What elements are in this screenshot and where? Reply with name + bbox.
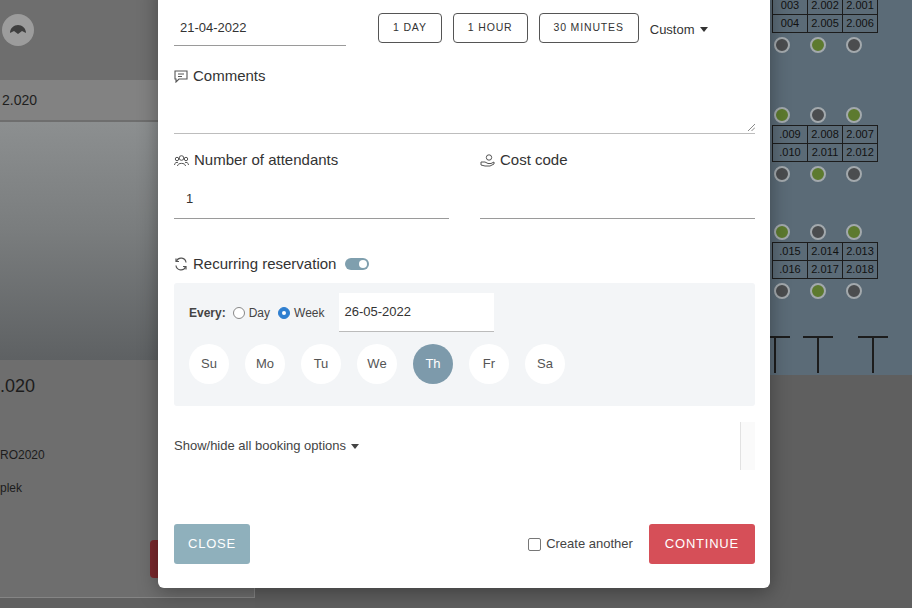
table-icon — [858, 336, 888, 373]
every-label: Every: — [189, 304, 226, 322]
comments-label: Comments — [174, 67, 755, 85]
weekday-button[interactable]: Su — [189, 344, 229, 384]
cost-code-label: Cost code — [480, 151, 755, 169]
seat-dot[interactable] — [810, 166, 826, 182]
floor-plan: 0032.0022.001 0042.0052.006 .0092.0082.007… — [770, 0, 912, 375]
seat-dot[interactable] — [846, 37, 862, 53]
caret-down-icon — [700, 27, 708, 32]
desk-label[interactable]: 2.001 — [842, 0, 878, 15]
seat-row — [772, 283, 912, 299]
seat-row — [772, 37, 912, 53]
desk-label[interactable]: 003 — [772, 0, 808, 15]
refresh-icon — [174, 257, 188, 271]
seat-dot[interactable] — [774, 37, 790, 53]
scroll-strip — [740, 422, 755, 470]
continue-button[interactable]: CONTINUE — [649, 524, 755, 564]
desk-label[interactable]: .016 — [772, 260, 808, 279]
close-button[interactable]: CLOSE — [174, 524, 250, 564]
tables — [772, 336, 912, 373]
weekday-button[interactable]: Th — [413, 344, 453, 384]
desk-label[interactable]: 004 — [772, 14, 808, 33]
logo-icon — [2, 14, 34, 46]
cost-code-input[interactable] — [480, 180, 755, 219]
comment-icon — [174, 70, 188, 83]
resize-grip-icon[interactable] — [747, 123, 755, 131]
desk-cluster: 0032.0022.001 0042.0052.006 — [772, 0, 912, 53]
recurrence-panel: Every: Day Week 26-05-2022 Su Mo Tu We Th Fr Sa — [174, 283, 755, 406]
weekday-picker: Su Mo Tu We Th Fr Sa — [189, 344, 740, 384]
desk-label[interactable]: .010 — [772, 143, 808, 162]
duration-buttons: 1 DAY 1 HOUR 30 MINUTES — [378, 13, 639, 43]
seat-row — [772, 224, 912, 240]
seat-dot[interactable] — [846, 224, 862, 240]
seat-row — [772, 107, 912, 123]
weekday-button[interactable]: Mo — [245, 344, 285, 384]
weekday-button[interactable]: We — [357, 344, 397, 384]
duration-button[interactable]: 30 MINUTES — [539, 13, 639, 43]
desk-label[interactable]: 2.002 — [807, 0, 843, 15]
desk-label[interactable]: 2.005 — [807, 14, 843, 33]
desk-label[interactable]: 2.008 — [807, 125, 843, 144]
checkbox[interactable] — [528, 538, 541, 551]
desk-label[interactable]: 2.017 — [807, 260, 843, 279]
hand-coin-icon — [480, 154, 495, 167]
desk-cluster: .0152.0142.013 .0162.0172.018 — [772, 224, 912, 299]
desk-label[interactable]: 2.013 — [842, 242, 878, 261]
attendants-input[interactable]: 1 — [174, 180, 449, 219]
radio-option[interactable]: Day — [233, 304, 270, 322]
desk-label[interactable]: .015 — [772, 242, 808, 261]
desk-label[interactable]: 2.012 — [842, 143, 878, 162]
until-date-field[interactable]: 26-05-2022 — [339, 293, 494, 332]
seat-dot[interactable] — [810, 107, 826, 123]
recurring-row: Recurring reservation — [174, 255, 755, 273]
seat-dot[interactable] — [810, 224, 826, 240]
radio[interactable] — [278, 307, 290, 319]
desk-label[interactable]: .009 — [772, 125, 808, 144]
caret-down-icon — [351, 444, 359, 449]
seat-dot[interactable] — [774, 166, 790, 182]
weekday-button[interactable]: Tu — [301, 344, 341, 384]
seat-dot[interactable] — [774, 107, 790, 123]
desk-label[interactable]: 2.006 — [842, 14, 878, 33]
radio-option[interactable]: Week — [278, 304, 324, 322]
desk-cluster: .0092.0082.007 .0102.0112.012 — [772, 107, 912, 182]
seat-dot[interactable] — [810, 283, 826, 299]
screen: 2.020 .020 RO2020 plek 0032.0022.0010042… — [0, 0, 912, 608]
seat-dot[interactable] — [846, 166, 862, 182]
people-icon — [174, 154, 189, 167]
recurring-toggle[interactable] — [345, 258, 369, 270]
comments-textarea[interactable] — [174, 88, 755, 134]
booking-dialog: 21-04-2022 1 DAY1 HOUR30 MINUTES Custom … — [158, 0, 770, 588]
seat-dot[interactable] — [810, 37, 826, 53]
booking-options-toggle[interactable]: Show/hide all booking options — [174, 436, 359, 456]
table-icon — [803, 336, 833, 373]
seat-row — [772, 166, 912, 182]
weekday-button[interactable]: Fr — [469, 344, 509, 384]
duration-button[interactable]: 1 HOUR — [453, 13, 528, 43]
desk-label[interactable]: 2.011 — [807, 143, 843, 162]
desk-label[interactable]: 2.018 — [842, 260, 878, 279]
desk-label[interactable]: 2.014 — [807, 242, 843, 261]
seat-dot[interactable] — [846, 283, 862, 299]
seat-dot[interactable] — [846, 107, 862, 123]
custom-dropdown[interactable]: Custom — [650, 20, 708, 40]
radio[interactable] — [233, 307, 245, 319]
create-another-checkbox[interactable]: Create another — [528, 534, 633, 554]
seat-dot[interactable] — [774, 224, 790, 240]
every-options: Day Week — [233, 304, 325, 322]
seat-dot[interactable] — [774, 283, 790, 299]
weekday-button[interactable]: Sa — [525, 344, 565, 384]
attendants-label: Number of attendants — [174, 151, 449, 169]
duration-button[interactable]: 1 DAY — [378, 13, 442, 43]
date-field[interactable]: 21-04-2022 — [174, 10, 346, 46]
desk-label[interactable]: 2.007 — [842, 125, 878, 144]
